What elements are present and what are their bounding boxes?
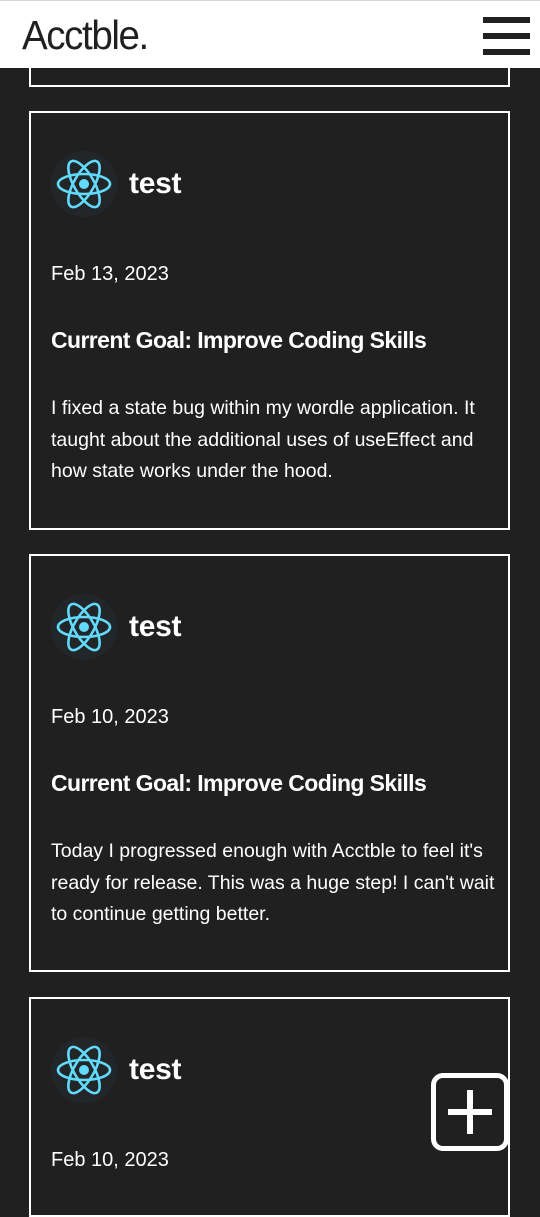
post-feed[interactable]: test Feb 13, 2023 Current Goal: Improve … xyxy=(0,0,540,1217)
post-author: test xyxy=(129,610,182,643)
hamburger-menu-icon[interactable] xyxy=(483,17,530,55)
app-logo[interactable]: Acctble. xyxy=(22,11,149,59)
post-author-row: test xyxy=(51,151,181,217)
post-goal: Current Goal: Improve Coding Skills xyxy=(51,770,427,796)
post-author-row: test xyxy=(51,1037,181,1103)
post-date: Feb 13, 2023 xyxy=(51,263,169,285)
post-card: test Feb 10, 2023 Current Goal: Improve … xyxy=(29,554,510,972)
post-date: Feb 10, 2023 xyxy=(51,706,169,728)
post-text: I fixed a state bug within my wordle app… xyxy=(51,397,475,482)
add-post-button[interactable] xyxy=(431,1073,509,1151)
post-goal: Current Goal: Improve Coding Skills xyxy=(51,327,427,353)
post-text: Today I progressed enough with Acctble t… xyxy=(51,840,495,925)
react-logo-icon xyxy=(51,151,117,217)
app-header: Acctble. xyxy=(0,0,540,68)
post-card: test Feb 13, 2023 Current Goal: Improve … xyxy=(29,111,510,530)
react-logo-icon xyxy=(51,594,117,660)
post-date: Feb 10, 2023 xyxy=(51,1149,169,1171)
post-author: test xyxy=(129,167,182,200)
post-author: test xyxy=(129,1053,182,1086)
post-author-row: test xyxy=(51,594,181,660)
react-logo-icon xyxy=(51,1037,117,1103)
